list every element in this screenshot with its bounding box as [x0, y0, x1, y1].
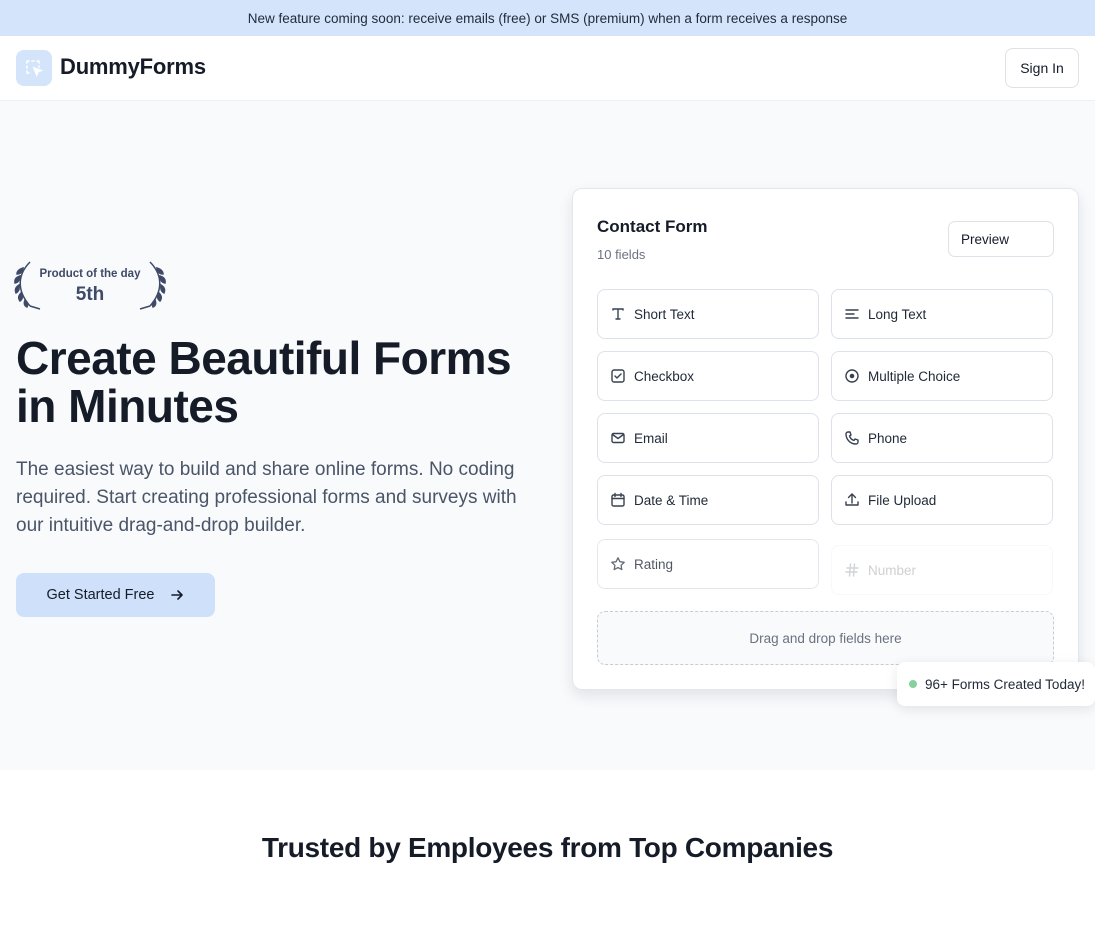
forms-created-toast: 96+ Forms Created Today! — [897, 662, 1095, 706]
status-dot — [909, 680, 917, 688]
logo[interactable] — [16, 50, 52, 86]
field-checkbox[interactable]: Checkbox — [597, 351, 819, 401]
arrow-right-icon — [170, 590, 183, 600]
align-left-icon — [845, 309, 859, 319]
field-long-text[interactable]: Long Text — [831, 289, 1053, 339]
field-rating[interactable]: Rating — [597, 539, 819, 589]
field-label: Long Text — [868, 306, 927, 322]
product-of-day-badge: Product of the day 5th — [14, 260, 166, 310]
field-multiple-choice[interactable]: Multiple Choice — [831, 351, 1053, 401]
get-started-button[interactable]: Get Started Free — [16, 573, 215, 617]
get-started-label: Get Started Free — [46, 587, 155, 603]
field-label: Short Text — [634, 306, 695, 322]
drop-zone-text: Drag and drop fields here — [749, 630, 902, 646]
brand-name[interactable]: DummyForms — [60, 54, 206, 80]
calendar-icon — [611, 492, 625, 507]
preview-button[interactable]: Preview — [948, 221, 1054, 257]
laurel-right-icon — [139, 261, 166, 310]
radio-icon — [845, 369, 859, 383]
field-short-text[interactable]: Short Text — [597, 289, 819, 339]
field-label: Email — [634, 430, 668, 446]
form-builder-card: Contact Form 10 fields Preview Short Tex… — [572, 188, 1079, 690]
mail-icon — [611, 432, 625, 444]
hero-headline: Create Beautiful Forms in Minutes — [16, 332, 512, 432]
hash-icon — [845, 563, 859, 577]
field-label: File Upload — [868, 492, 937, 508]
star-icon — [611, 557, 625, 571]
top-nav: DummyForms Sign In — [0, 36, 1095, 101]
trusted-heading: Trusted by Employees from Top Companies — [261, 832, 834, 863]
drop-zone[interactable]: Drag and drop fields here — [597, 611, 1054, 665]
field-label: Phone — [868, 430, 908, 446]
hero-subtext: The easiest way to build and share onlin… — [16, 459, 517, 536]
upload-icon — [845, 493, 859, 506]
field-label: Multiple Choice — [868, 368, 961, 384]
field-file-upload[interactable]: File Upload — [831, 475, 1053, 525]
cursor-select-icon — [26, 60, 44, 77]
toast-text: 96+ Forms Created Today! — [925, 676, 1085, 692]
field-label: Number — [868, 562, 917, 578]
field-phone[interactable]: Phone — [831, 413, 1053, 463]
field-label: Checkbox — [634, 368, 695, 384]
phone-icon — [845, 431, 859, 445]
checkbox-icon — [611, 369, 625, 383]
field-count: 10 fields — [597, 247, 646, 262]
field-label: Rating — [634, 556, 674, 572]
field-date-time[interactable]: Date & Time — [597, 475, 819, 525]
sign-in-button[interactable]: Sign In — [1005, 48, 1079, 88]
announcement-text: New feature coming soon: receive emails … — [247, 10, 848, 26]
field-email[interactable]: Email — [597, 413, 819, 463]
announcement-bar: New feature coming soon: receive emails … — [0, 0, 1095, 36]
form-title: Contact Form — [597, 217, 708, 236]
field-label: Date & Time — [634, 492, 709, 508]
field-number[interactable]: Number — [831, 545, 1053, 595]
text-icon — [612, 308, 624, 320]
